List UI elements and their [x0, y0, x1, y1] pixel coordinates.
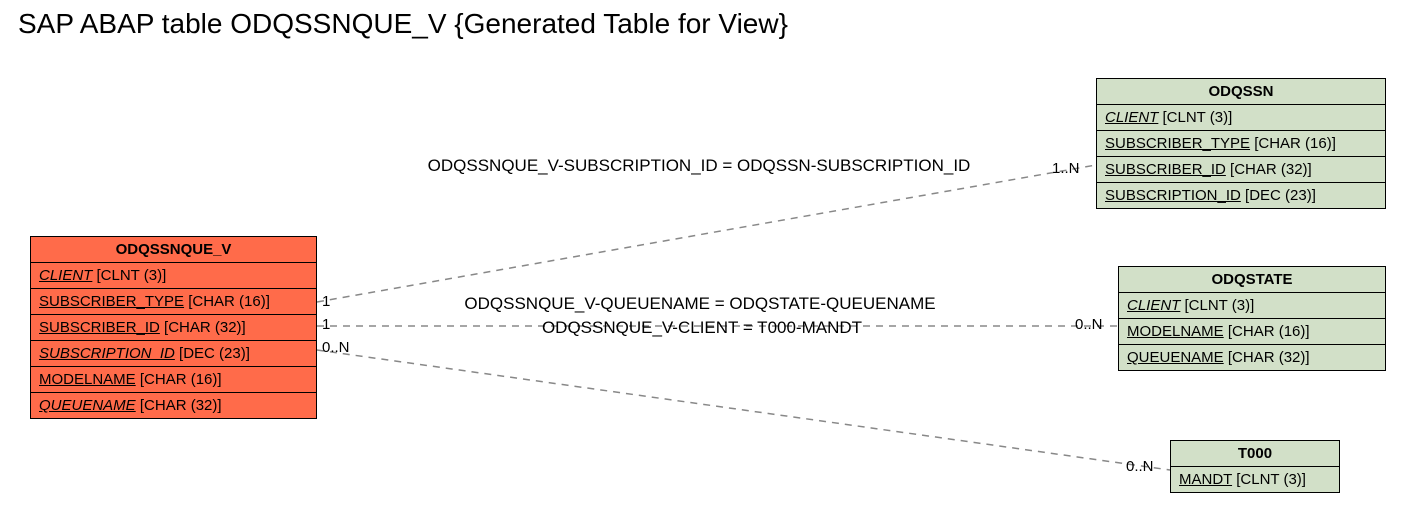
- field-name: CLIENT: [1105, 109, 1158, 126]
- cardinality-left-3: 0..N: [322, 339, 350, 356]
- field-name: CLIENT: [39, 267, 92, 284]
- table-field-row: QUEUENAME [CHAR (32)]: [1119, 344, 1385, 370]
- table-odqssnque-v: ODQSSNQUE_V CLIENT [CLNT (3)]SUBSCRIBER_…: [30, 236, 317, 419]
- table-header: ODQSSN: [1097, 79, 1385, 105]
- table-header: ODQSSNQUE_V: [31, 237, 316, 263]
- cardinality-left-2: 1: [322, 316, 330, 333]
- cardinality-right-3: 0..N: [1126, 458, 1154, 475]
- table-odqstate: ODQSTATE CLIENT [CLNT (3)]MODELNAME [CHA…: [1118, 266, 1386, 371]
- table-field-row: MODELNAME [CHAR (16)]: [31, 366, 316, 392]
- table-field-row: SUBSCRIBER_TYPE [CHAR (16)]: [1097, 130, 1385, 156]
- relation-label-3: ODQSSNQUE_V-CLIENT = T000-MANDT: [487, 318, 917, 338]
- field-name: SUBSCRIPTION_ID: [39, 345, 175, 362]
- table-t000: T000 MANDT [CLNT (3)]: [1170, 440, 1340, 493]
- table-field-row: QUEUENAME [CHAR (32)]: [31, 392, 316, 418]
- field-name: MANDT: [1179, 471, 1232, 488]
- table-header: ODQSTATE: [1119, 267, 1385, 293]
- field-name: QUEUENAME: [39, 397, 136, 414]
- table-field-row: MODELNAME [CHAR (16)]: [1119, 318, 1385, 344]
- table-field-row: CLIENT [CLNT (3)]: [1119, 293, 1385, 318]
- table-field-row: MANDT [CLNT (3)]: [1171, 467, 1339, 492]
- field-name: SUBSCRIBER_ID: [39, 319, 160, 336]
- table-field-row: CLIENT [CLNT (3)]: [31, 263, 316, 288]
- cardinality-left-1: 1: [322, 293, 330, 310]
- table-field-row: SUBSCRIPTION_ID [DEC (23)]: [31, 340, 316, 366]
- page-title: SAP ABAP table ODQSSNQUE_V {Generated Ta…: [18, 8, 788, 40]
- field-name: QUEUENAME: [1127, 349, 1224, 366]
- relation-label-2: ODQSSNQUE_V-QUEUENAME = ODQSTATE-QUEUENA…: [420, 294, 980, 314]
- field-name: SUBSCRIBER_TYPE: [1105, 135, 1250, 152]
- table-field-row: SUBSCRIPTION_ID [DEC (23)]: [1097, 182, 1385, 208]
- table-field-row: SUBSCRIBER_ID [CHAR (32)]: [1097, 156, 1385, 182]
- field-name: SUBSCRIBER_ID: [1105, 161, 1226, 178]
- cardinality-right-1: 1..N: [1052, 160, 1080, 177]
- table-header: T000: [1171, 441, 1339, 467]
- field-name: MODELNAME: [39, 371, 136, 388]
- field-name: MODELNAME: [1127, 323, 1224, 340]
- table-field-row: SUBSCRIBER_ID [CHAR (32)]: [31, 314, 316, 340]
- table-field-row: CLIENT [CLNT (3)]: [1097, 105, 1385, 130]
- table-field-row: SUBSCRIBER_TYPE [CHAR (16)]: [31, 288, 316, 314]
- field-name: SUBSCRIPTION_ID: [1105, 187, 1241, 204]
- table-odqssn: ODQSSN CLIENT [CLNT (3)]SUBSCRIBER_TYPE …: [1096, 78, 1386, 209]
- field-name: CLIENT: [1127, 297, 1180, 314]
- field-name: SUBSCRIBER_TYPE: [39, 293, 184, 310]
- cardinality-right-2: 0..N: [1075, 316, 1103, 333]
- relation-label-1: ODQSSNQUE_V-SUBSCRIPTION_ID = ODQSSN-SUB…: [384, 156, 1014, 176]
